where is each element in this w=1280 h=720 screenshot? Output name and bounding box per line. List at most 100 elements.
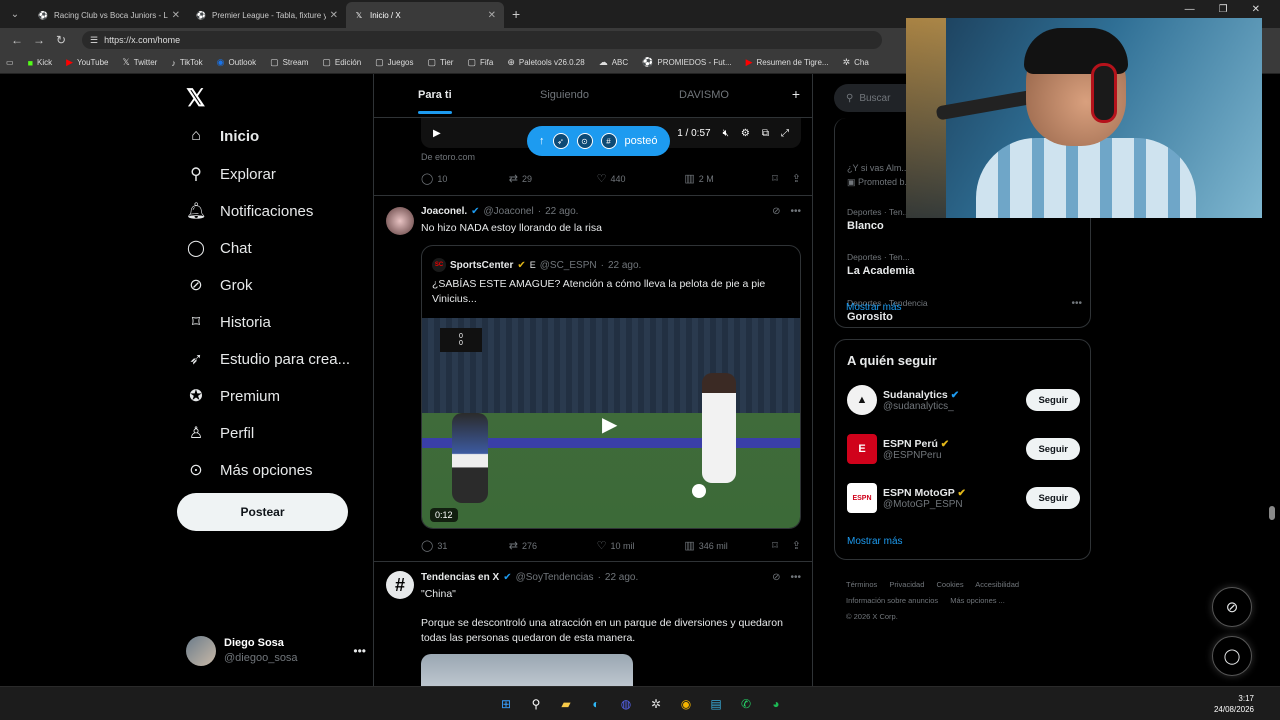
browser-tab[interactable]: ⚽ Racing Club vs Boca Juniors - Liga ✕ [30, 2, 188, 28]
reload-icon[interactable]: ↻ [50, 33, 72, 47]
sidebar-item-grok[interactable]: ⊘ Grok [186, 275, 252, 295]
close-icon[interactable]: ✕ [330, 10, 338, 21]
bookmark-icon[interactable]: ⌑ [772, 172, 778, 185]
footer-link[interactable]: Términos [846, 580, 877, 589]
windows-start-icon[interactable]: ⊞ [496, 694, 516, 714]
new-posts-pill[interactable]: ↑ ➶ ⊙ # posteó [527, 126, 670, 156]
settings-icon[interactable]: ⚙ [741, 128, 750, 139]
bookmark-twitter[interactable]: 𝕏 Twitter [122, 57, 157, 68]
like-button[interactable]: ♡ 10 mil [597, 539, 685, 552]
whatsapp-icon[interactable]: ✆ [736, 694, 756, 714]
trends-show-more[interactable]: Mostrar más [846, 302, 902, 313]
site-info-icon[interactable]: ☰ [90, 35, 98, 46]
close-icon[interactable]: ✕ [488, 10, 496, 21]
bookmark-outlook[interactable]: ◉ Outlook [217, 57, 256, 68]
bookmark-tiktok[interactable]: ♪ TikTok [171, 58, 202, 68]
follow-suggestion[interactable]: E ESPN Perú ✔ @ESPNPeru Seguir [847, 433, 1080, 465]
footer-link[interactable]: Más opciones ... [950, 596, 1005, 605]
ad-source[interactable]: De etoro.com [421, 152, 475, 162]
post-time[interactable]: 22 ago. [545, 206, 578, 217]
follow-show-more[interactable]: Mostrar más [847, 536, 903, 547]
more-icon[interactable]: ••• [353, 644, 366, 658]
browser-tab-active[interactable]: 𝕏 Inicio / X ✕ [346, 2, 504, 28]
browser-tab[interactable]: ⚽ Premier League - Tabla, fixture y g ✕ [188, 2, 346, 28]
file-explorer-icon[interactable]: ▰ [556, 694, 576, 714]
bookmark-promiedos[interactable]: ⚽ PROMIEDOS - Fut... [642, 57, 731, 68]
close-icon[interactable]: ✕ [172, 10, 180, 21]
page-scrollbar[interactable] [1268, 74, 1276, 686]
sidebar-item-premium[interactable]: ✪ Premium [186, 386, 280, 406]
bookmark-kick[interactable]: ■ Kick [28, 58, 53, 68]
promoted-trend[interactable]: ¿Y si vas Alm... ▣ Promoted b... [847, 161, 912, 189]
more-icon[interactable]: ••• [790, 572, 801, 583]
more-icon[interactable]: ••• [1071, 298, 1082, 309]
footer-link[interactable]: Privacidad [889, 580, 924, 589]
chatgpt-icon[interactable]: ✲ [646, 694, 666, 714]
tab-list-button[interactable]: ⌄ [4, 3, 26, 25]
repost-button[interactable]: ⇄ 276 [509, 539, 597, 552]
reply-button[interactable]: ◯ 10 [421, 172, 509, 185]
back-icon[interactable]: ← [6, 33, 28, 47]
pip-icon[interactable]: ⧉ [762, 128, 769, 139]
spotify-icon[interactable]: ◕ [766, 694, 786, 714]
views-button[interactable]: ▥ 2 M [684, 172, 772, 185]
bookmark-edicion[interactable]: ▢ Edición [322, 57, 361, 68]
grok-float-button[interactable]: ⊘ [1212, 587, 1252, 627]
footer-link[interactable]: Accesibilidad [975, 580, 1019, 589]
grok-icon[interactable]: ⊘ [772, 206, 780, 217]
quoted-post[interactable]: SC SportsCenter ✔ E @SC_ESPN · 22 ago. ¿… [421, 245, 801, 529]
sidebar-item-estudio[interactable]: ➶ Estudio para crea... [186, 349, 350, 369]
avatar[interactable] [386, 207, 414, 235]
author-handle[interactable]: @SoyTendencias [516, 572, 594, 583]
sidebar-item-chat[interactable]: ◯ Chat [186, 238, 252, 258]
footer-link[interactable]: Información sobre anuncios [846, 596, 938, 605]
system-clock[interactable]: 3:17 24/08/2026 [1214, 693, 1254, 715]
x-logo-icon[interactable]: 𝕏 [186, 84, 205, 113]
bookmark-juegos[interactable]: ▢ Juegos [375, 57, 413, 68]
like-button[interactable]: ♡ 440 [597, 172, 685, 185]
forward-icon[interactable]: → [28, 33, 50, 47]
tab-siguiendo[interactable]: Siguiendo [540, 89, 589, 101]
bookmark-resumen-tigre[interactable]: ▶ Resumen de Tigre... [746, 57, 829, 68]
discord-icon[interactable]: ◍ [616, 694, 636, 714]
close-window-icon[interactable]: ✕ [1252, 4, 1260, 15]
maximize-icon[interactable]: ❐ [1219, 4, 1228, 15]
new-tab-button[interactable]: + [512, 6, 520, 22]
url-field[interactable]: ☰ https://x.com/home [82, 31, 882, 49]
bookmark-cha[interactable]: ✲ Cha [843, 57, 869, 68]
author-name[interactable]: Joaconel. [421, 206, 467, 217]
add-tab-icon[interactable]: + [792, 86, 800, 102]
notepad-icon[interactable]: ▤ [706, 694, 726, 714]
post-button[interactable]: Postear [177, 493, 348, 531]
share-icon[interactable]: ⇪ [792, 539, 801, 552]
sidebar-item-explorar[interactable]: ⚲ Explorar [186, 164, 276, 184]
chat-float-button[interactable]: ◯ [1212, 636, 1252, 676]
post-image[interactable] [421, 654, 633, 686]
bookmark-abc[interactable]: ☁ ABC [599, 57, 628, 68]
play-icon[interactable]: ▶ [433, 128, 441, 139]
sidebar-item-perfil[interactable]: ♙ Perfil [186, 423, 254, 443]
follow-button[interactable]: Seguir [1026, 389, 1080, 411]
reply-button[interactable]: ◯ 31 [421, 539, 509, 552]
sidebar-item-mas-opciones[interactable]: ⊙ Más opciones [186, 460, 312, 480]
bookmark-icon[interactable]: ⌑ [772, 539, 778, 552]
search-icon[interactable]: ⚲ [526, 694, 546, 714]
post-time[interactable]: 22 ago. [605, 572, 638, 583]
bookmark-tier[interactable]: ▢ Tier [427, 57, 453, 68]
play-icon[interactable]: ▶ [602, 412, 617, 437]
follow-button[interactable]: Seguir [1026, 438, 1080, 460]
share-icon[interactable]: ⇪ [792, 172, 801, 185]
edge-icon[interactable]: ◐ [586, 694, 606, 714]
tab-davismo[interactable]: DAVISMO [679, 89, 729, 101]
chrome-icon[interactable]: ◉ [676, 694, 696, 714]
account-switcher[interactable]: Diego Sosa @diegoo_sosa ••• [186, 636, 366, 666]
trend-item[interactable]: Deportes · Ten... La Academia [847, 252, 1082, 277]
follow-suggestion[interactable]: ESPN ESPN MotoGP ✔ @MotoGP_ESPN Seguir [847, 482, 1080, 514]
hashtag-avatar-icon[interactable]: # [386, 571, 414, 599]
tab-para-ti[interactable]: Para ti [418, 89, 452, 114]
follow-suggestion[interactable]: ▲ Sudanalytics ✔ @sudanalytics_ Seguir [847, 384, 1080, 416]
author-handle[interactable]: @Joaconel [484, 206, 534, 217]
bookmark-fifa[interactable]: ▢ Fifa [467, 57, 493, 68]
bookmark-stream[interactable]: ▢ Stream [270, 57, 308, 68]
bookmarks-menu-icon[interactable]: ▭ [6, 58, 14, 67]
